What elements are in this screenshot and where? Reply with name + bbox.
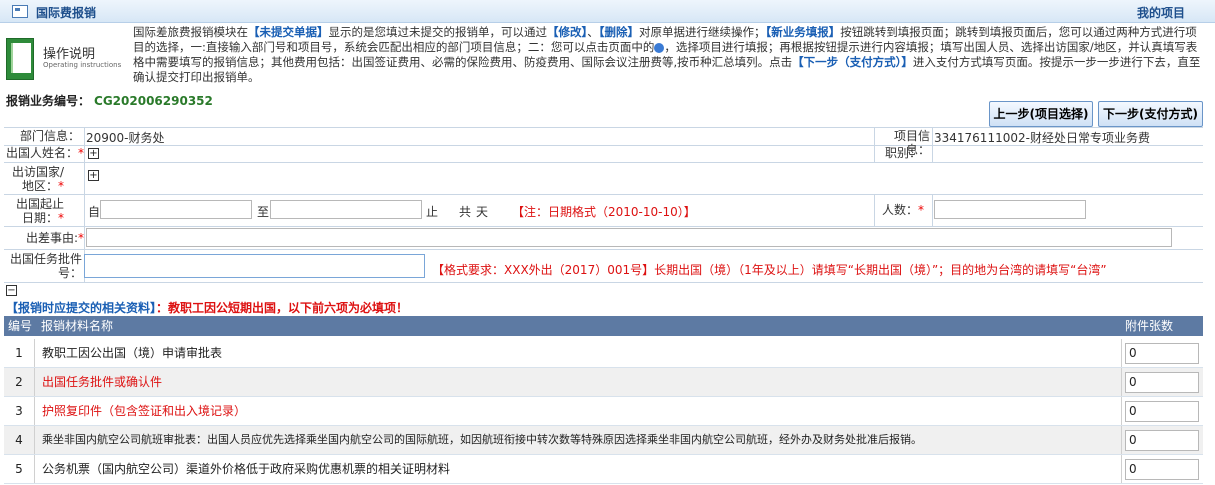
top-bar: 国际费报销 我的项目	[0, 0, 1215, 23]
my-projects-link[interactable]: 我的项目	[1137, 4, 1185, 21]
attachment-count-input[interactable]: 0	[1125, 459, 1199, 480]
approval-format-note: 【格式要求：XXX外出（2017）001号】长期出国（境）（1年及以上）请填写“…	[432, 263, 1107, 277]
dates-label: 出国起止日期：*	[15, 197, 64, 225]
people-count-input[interactable]	[934, 200, 1086, 219]
end-date-input[interactable]	[270, 200, 422, 219]
table-row: 3 护照复印件（包含签证和出入境记录） 0	[4, 397, 1203, 426]
table-row: 1 教职工因公出国（境）申请审批表 0	[4, 339, 1203, 368]
business-number-value: CG202006290352	[94, 94, 213, 108]
person-row: 出国人姓名：* + 职别：	[4, 145, 1203, 163]
materials-section-title: 【报销时应提交的相关资料】：教职工因公短期出国，以下前六项为必填项！	[6, 301, 409, 315]
table-row: 2 出国任务批件或确认件 0	[4, 368, 1203, 397]
attachment-count-input[interactable]: 0	[1125, 401, 1199, 422]
add-person-icon[interactable]: +	[88, 148, 99, 159]
person-label: 出国人姓名：*	[5, 146, 84, 160]
country-label: 出访国家/地区：*	[11, 165, 64, 193]
add-country-icon[interactable]: +	[88, 170, 99, 181]
dept-row: 部门信息： 20900-财务处 项目信息： 334176111002-财经处日常…	[4, 127, 1203, 157]
attachment-count-input[interactable]: 0	[1125, 343, 1199, 364]
title-label: 职别：	[884, 146, 921, 160]
reason-input[interactable]	[86, 228, 1172, 247]
book-icon	[6, 38, 34, 80]
reason-row: 出差事由:*	[4, 227, 1203, 250]
approval-number-input[interactable]	[84, 254, 425, 278]
count-label: 人数：*	[881, 203, 924, 217]
day-count: 天	[476, 205, 489, 219]
help-question-icon	[654, 42, 665, 53]
table-row: 4 乘坐非国内航空公司航班审批表：出国人员应优先选择乘坐国内航空公司的国际航班，…	[4, 426, 1203, 455]
table-row: 5 公务机票（国内航空公司）渠道外价格低于政府采购优惠机票的相关证明材料 0	[4, 455, 1203, 484]
reason-label: 出差事由:*	[25, 231, 84, 245]
attachment-count-input[interactable]: 0	[1125, 372, 1199, 393]
instructions-text: 国际差旅费报销模块在【未提交单据】显示的是您填过未提交的报销单，可以通过【修改】…	[133, 25, 1201, 84]
approval-label: 出国任务批件号：	[9, 252, 82, 280]
business-number: 报销业务编号： CG202006290352	[6, 94, 213, 108]
proj-value: 334176111002-财经处日常专项业务费	[934, 131, 1150, 145]
materials-table-header: 编号 报销材料名称 附件张数	[4, 316, 1203, 336]
dept-label: 部门信息：	[19, 129, 80, 143]
start-date-input[interactable]	[100, 200, 252, 219]
help-subtitle: Operating instructions	[43, 61, 122, 69]
attachment-count-input[interactable]: 0	[1125, 430, 1199, 451]
prev-step-button[interactable]: 上一步(项目选择)	[989, 101, 1093, 127]
collapse-icon[interactable]: −	[6, 285, 17, 296]
dept-value: 20900-财务处	[86, 131, 165, 145]
next-step-button[interactable]: 下一步(支付方式)	[1098, 101, 1203, 127]
approval-row: 出国任务批件号： 【格式要求：XXX外出（2017）001号】长期出国（境）（1…	[4, 250, 1203, 283]
country-row: 出访国家/地区：* +	[4, 163, 1203, 195]
date-format-note: 【注：日期格式（2010-10-10）】	[512, 205, 696, 219]
window-icon	[12, 5, 28, 18]
page-title: 国际费报销	[36, 6, 97, 20]
help-title: 操作说明	[43, 47, 96, 62]
dates-row: 出国起止日期：* 自 至 止 共 天 【注：日期格式（2010-10-10）】 …	[4, 195, 1203, 227]
